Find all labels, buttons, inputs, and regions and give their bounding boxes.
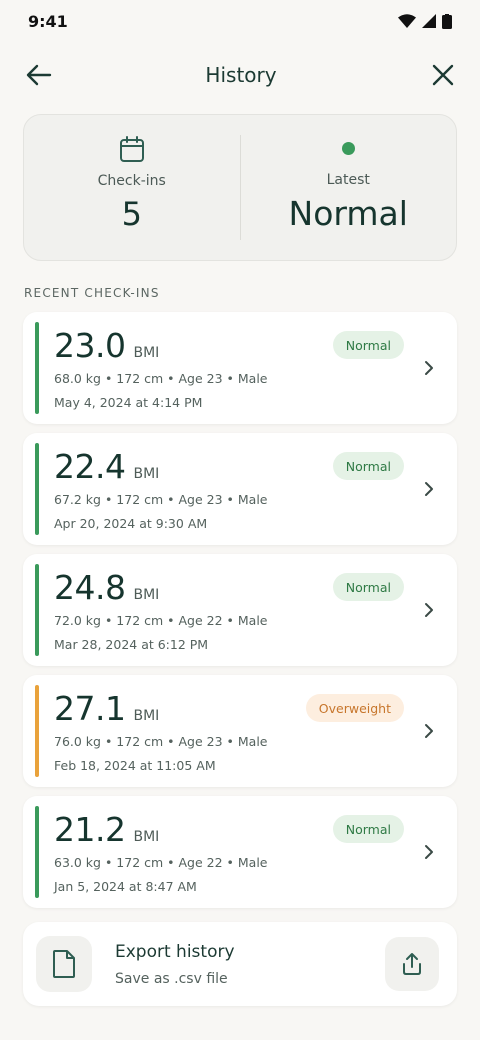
chevron-right-icon: [419, 719, 439, 743]
page-title: History: [205, 63, 277, 87]
checkins-count: 5: [121, 195, 142, 233]
latest-summary: Latest Normal: [241, 115, 457, 260]
status-accent-bar: [35, 564, 39, 656]
bmi-value: 22.4: [54, 447, 126, 486]
close-button[interactable]: [428, 60, 458, 90]
export-subtitle: Save as .csv file: [115, 971, 228, 987]
file-icon: [36, 936, 92, 992]
chevron-right-icon: [419, 477, 439, 501]
bmi-unit: BMI: [133, 708, 160, 724]
bmi-value: 21.2: [54, 810, 126, 849]
checkin-card[interactable]: 23.0 BMI Normal 68.0 kg • 172 cm • Age 2…: [23, 312, 457, 424]
status-bar: 9:41: [0, 0, 480, 42]
status-time: 9:41: [28, 11, 68, 31]
bmi-unit: BMI: [133, 587, 160, 603]
bmi-row: 27.1 BMI: [54, 689, 159, 728]
status-accent-bar: [35, 685, 39, 777]
section-title: RECENT CHECK-INS: [24, 286, 160, 300]
checkin-date: Jan 5, 2024 at 8:47 AM: [54, 879, 197, 894]
bmi-unit: BMI: [133, 345, 160, 361]
export-card[interactable]: Export history Save as .csv file: [23, 922, 457, 1006]
checkin-card[interactable]: 21.2 BMI Normal 63.0 kg • 172 cm • Age 2…: [23, 796, 457, 908]
status-badge: Normal: [332, 815, 404, 843]
bmi-row: 23.0 BMI: [54, 326, 159, 365]
status-badge: Overweight: [305, 694, 404, 722]
status-accent-bar: [35, 806, 39, 898]
checkin-details: 68.0 kg • 172 cm • Age 23 • Male: [54, 371, 268, 386]
summary-card: Check-ins 5 Latest Normal: [23, 114, 457, 261]
checkin-date: Feb 18, 2024 at 11:05 AM: [54, 758, 216, 773]
checkin-details: 76.0 kg • 172 cm • Age 23 • Male: [54, 734, 268, 749]
checkin-card[interactable]: 24.8 BMI Normal 72.0 kg • 172 cm • Age 2…: [23, 554, 457, 666]
latest-label: Latest: [326, 172, 370, 188]
bmi-value: 24.8: [54, 568, 126, 607]
share-icon: [403, 953, 421, 975]
chevron-right-icon: [419, 356, 439, 380]
battery-icon: [442, 13, 452, 29]
status-accent-bar: [35, 322, 39, 414]
signal-icon: [422, 14, 436, 28]
status-badge: Normal: [332, 573, 404, 601]
checkin-details: 72.0 kg • 172 cm • Age 22 • Male: [54, 613, 268, 628]
app-bar: History: [0, 50, 480, 100]
calendar-icon: [119, 136, 144, 162]
wifi-icon: [398, 14, 416, 28]
latest-status: Normal: [288, 194, 408, 233]
status-badge: Normal: [332, 331, 404, 359]
checkin-card[interactable]: 27.1 BMI Overweight 76.0 kg • 172 cm • A…: [23, 675, 457, 787]
bmi-row: 21.2 BMI: [54, 810, 159, 849]
bmi-value: 23.0: [54, 326, 126, 365]
bmi-row: 24.8 BMI: [54, 568, 159, 607]
checkin-date: May 4, 2024 at 4:14 PM: [54, 395, 203, 410]
export-button[interactable]: [385, 937, 439, 991]
checkin-list: 23.0 BMI Normal 68.0 kg • 172 cm • Age 2…: [23, 312, 457, 917]
status-badge: Normal: [332, 452, 404, 480]
checkin-card[interactable]: 22.4 BMI Normal 67.2 kg • 172 cm • Age 2…: [23, 433, 457, 545]
checkins-summary: Check-ins 5: [24, 115, 240, 260]
status-icons: [398, 13, 452, 29]
bmi-row: 22.4 BMI: [54, 447, 159, 486]
checkin-date: Apr 20, 2024 at 9:30 AM: [54, 516, 208, 531]
bmi-unit: BMI: [133, 829, 160, 845]
back-button[interactable]: [24, 60, 54, 90]
chevron-right-icon: [419, 598, 439, 622]
checkins-label: Check-ins: [97, 173, 166, 189]
status-accent-bar: [35, 443, 39, 535]
checkin-details: 63.0 kg • 172 cm • Age 22 • Male: [54, 855, 268, 870]
checkin-details: 67.2 kg • 172 cm • Age 23 • Male: [54, 492, 268, 507]
status-dot-icon: [341, 142, 355, 155]
back-arrow-icon: [26, 64, 52, 86]
bmi-value: 27.1: [54, 689, 126, 728]
chevron-right-icon: [419, 840, 439, 864]
close-icon: [432, 64, 454, 86]
bmi-unit: BMI: [133, 466, 160, 482]
export-title: Export history: [115, 942, 235, 962]
checkin-date: Mar 28, 2024 at 6:12 PM: [54, 637, 209, 652]
